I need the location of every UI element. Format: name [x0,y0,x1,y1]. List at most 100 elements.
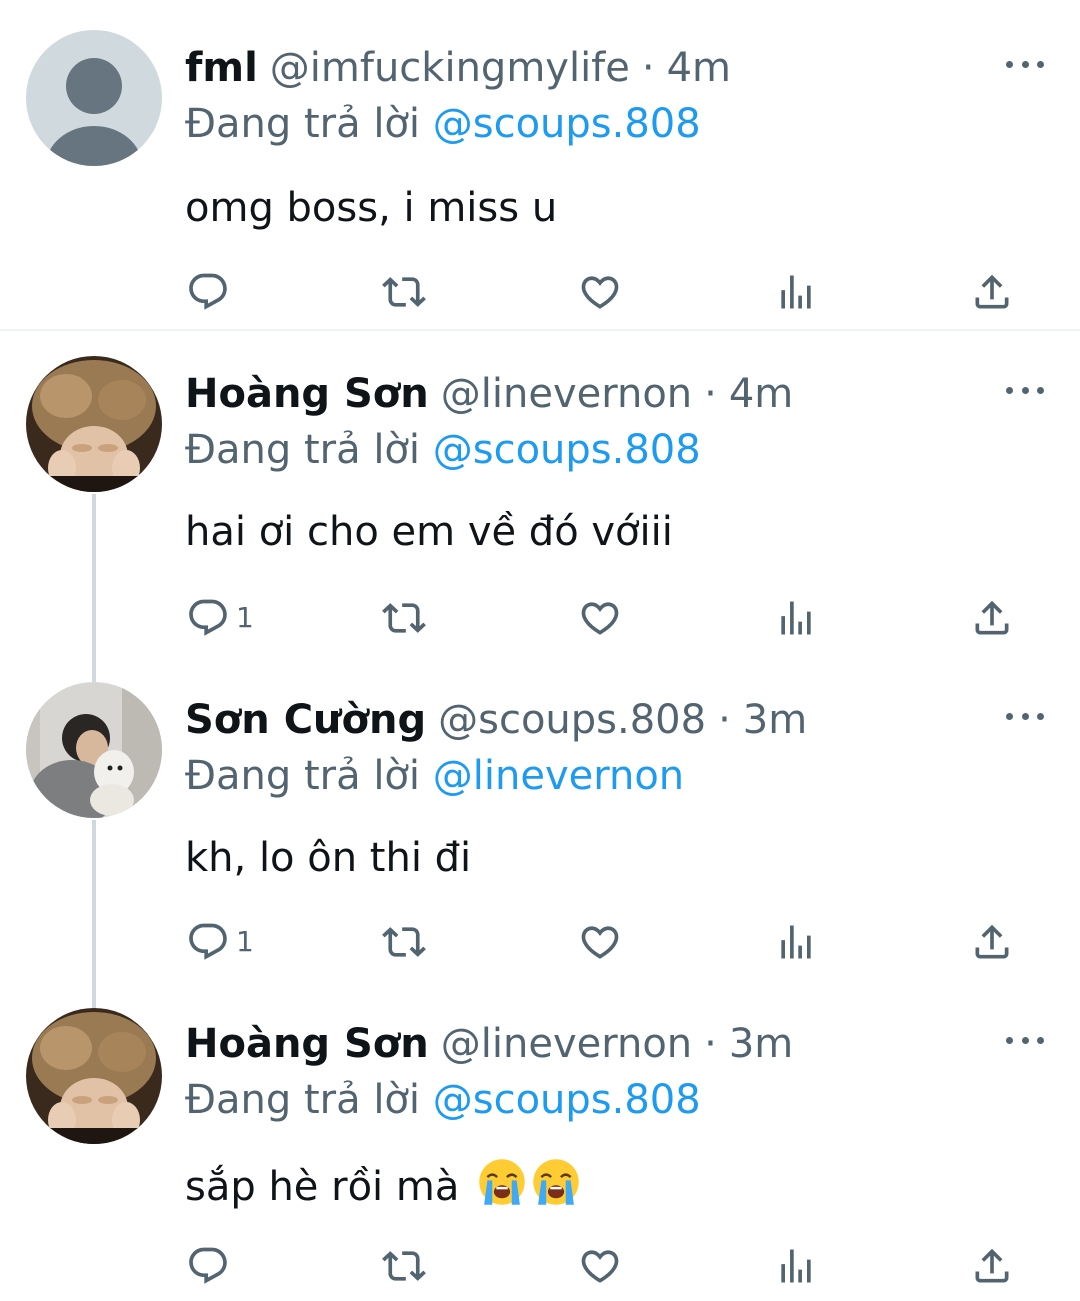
retweet-button[interactable] [382,1236,426,1296]
avatar-default[interactable] [26,30,162,166]
replying-prefix: Đang trả lời [185,101,421,147]
reply-count: 1 [236,925,254,958]
reply-button[interactable]: 1 [186,912,254,972]
like-button[interactable] [578,588,622,648]
loudly-crying-face-emoji [530,1156,582,1208]
like-icon [578,920,622,964]
like-icon [578,270,622,314]
tweet-header: Hoàng Sơn @linevernon · 4m [185,366,793,422]
avatar-hoang-son[interactable] [26,356,162,492]
reply-button[interactable] [186,262,236,322]
replying-to: Đang trả lời @scoups.808 [185,1072,701,1128]
like-icon [578,1244,622,1288]
loudly-crying-face-emoji [476,1156,528,1208]
share-button[interactable] [970,588,1014,648]
mention-link[interactable]: @scoups.808 [433,1077,701,1123]
tweet-header: Sơn Cường @scoups.808 · 3m [185,692,807,748]
like-button[interactable] [578,912,622,972]
like-icon [578,596,622,640]
user-handle[interactable]: @imfuckingmylife [270,40,630,96]
retweet-button[interactable] [382,262,426,322]
action-bar [0,262,1080,322]
views-icon [774,920,818,964]
timestamp[interactable]: 4m [729,366,793,422]
display-name[interactable]: Sơn Cường [185,692,426,748]
tweet[interactable]: Sơn Cường @scoups.808 · 3m Đang trả lời … [0,652,1080,978]
tweet-header: Hoàng Sơn @linevernon · 3m [185,1016,793,1072]
views-icon [774,1244,818,1288]
views-icon [774,596,818,640]
tweet-text: hai ơi cho em về đó vớiii [185,509,673,555]
separator-dot: · [704,1021,717,1067]
more-icon[interactable] [1000,696,1050,736]
timestamp[interactable]: 3m [743,692,807,748]
action-bar [0,1236,1080,1296]
timestamp[interactable]: 4m [667,40,731,96]
separator-dot: · [718,697,731,743]
reply-icon [186,270,230,314]
share-icon [970,270,1014,314]
retweet-icon [382,1244,426,1288]
tweet-text: sắp hè rồi mà [185,1164,460,1210]
replying-to: Đang trả lời @scoups.808 [185,422,701,478]
display-name[interactable]: Hoàng Sơn [185,1016,429,1072]
like-button[interactable] [578,1236,622,1296]
share-icon [970,596,1014,640]
mention-link[interactable]: @linevernon [433,753,684,799]
photo-avatar [26,682,162,818]
reply-icon [186,1244,230,1288]
replying-to: Đang trả lời @scoups.808 [185,96,701,152]
more-icon[interactable] [1000,44,1050,84]
avatar-son-cuong[interactable] [26,682,162,818]
photo-avatar [26,356,162,492]
retweet-button[interactable] [382,588,426,648]
tweet-text: kh, lo ôn thi đi [185,835,472,881]
reply-count: 1 [236,601,254,634]
views-button[interactable] [774,912,818,972]
display-name[interactable]: Hoàng Sơn [185,366,429,422]
reply-button[interactable]: 1 [186,588,254,648]
like-button[interactable] [578,262,622,322]
replying-prefix: Đang trả lời [185,753,421,799]
default-avatar-icon [26,30,162,166]
user-handle[interactable]: @linevernon [441,1016,692,1072]
tweet[interactable]: fml @imfuckingmylife · 4m Đang trả lời @… [0,0,1080,331]
user-handle[interactable]: @scoups.808 [438,692,706,748]
views-button[interactable] [774,262,818,322]
tweet-text: omg boss, i miss u [185,185,558,231]
action-bar: 1 [0,588,1080,648]
tweet[interactable]: Hoàng Sơn @linevernon · 3m Đang trả lời … [0,978,1080,1301]
share-icon [970,1244,1014,1288]
user-handle[interactable]: @linevernon [441,366,692,422]
share-button[interactable] [970,912,1014,972]
retweet-button[interactable] [382,912,426,972]
share-button[interactable] [970,262,1014,322]
display-name[interactable]: fml [185,40,258,96]
reply-icon [186,920,230,964]
more-icon[interactable] [1000,370,1050,410]
reply-icon [186,596,230,640]
photo-avatar [26,1008,162,1144]
reply-button[interactable] [186,1236,236,1296]
share-button[interactable] [970,1236,1014,1296]
action-bar: 1 [0,912,1080,972]
replying-prefix: Đang trả lời [185,427,421,473]
retweet-icon [382,920,426,964]
mention-link[interactable]: @scoups.808 [433,101,701,147]
separator-dot: · [704,371,717,417]
separator-dot: · [641,45,655,91]
retweet-icon [382,270,426,314]
views-button[interactable] [774,1236,818,1296]
avatar-hoang-son[interactable] [26,1008,162,1144]
timestamp[interactable]: 3m [729,1016,793,1072]
tweet-body: sắp hè rồi mà [185,1156,582,1215]
views-button[interactable] [774,588,818,648]
tweet[interactable]: Hoàng Sơn @linevernon · 4m Đang trả lời … [0,326,1080,652]
more-icon[interactable] [1000,1020,1050,1060]
tweet-feed: fml @imfuckingmylife · 4m Đang trả lời @… [0,0,1080,1301]
replying-to: Đang trả lời @linevernon [185,748,684,804]
tweet-header: fml @imfuckingmylife · 4m [185,40,731,96]
replying-prefix: Đang trả lời [185,1077,421,1123]
share-icon [970,920,1014,964]
mention-link[interactable]: @scoups.808 [433,427,701,473]
